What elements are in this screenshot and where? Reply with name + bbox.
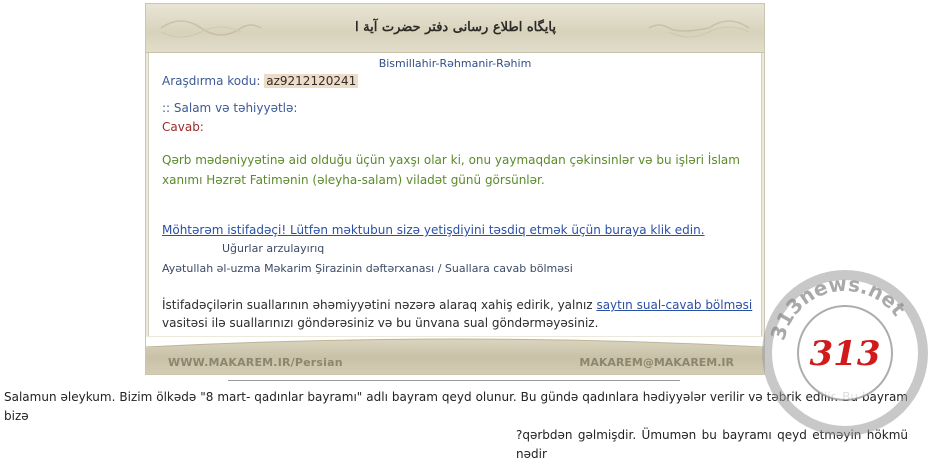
qa-section-link[interactable]: saytın sual-cavab bölməsi bbox=[596, 298, 752, 312]
divider bbox=[228, 380, 680, 381]
question-text: Salamun əleykum. Bizim ölkədə "8 mart- q… bbox=[4, 388, 908, 464]
watermark-ring-text: 313news.net bbox=[766, 271, 911, 342]
tracking-code: az9212120241 bbox=[264, 74, 359, 88]
calligraphy-title: پایگاه اطلاع رسانی دفتر حضرت آیة الله ال… bbox=[356, 20, 556, 35]
question-line-2: ?qərbdən gəlmişdir. Ümumən bu bayramı qe… bbox=[516, 428, 908, 461]
response-card: پایگاه اطلاع رسانی دفتر حضرت آیة الله ال… bbox=[145, 3, 765, 375]
wishes-text: Uğurlar arzulayırıq bbox=[222, 242, 325, 255]
card-header: پایگاه اطلاع رسانی دفتر حضرت آیة الله ال… bbox=[146, 4, 764, 53]
bismillah-text: Bismillahir-Rəhmanir-Rəhim bbox=[378, 57, 532, 70]
notice-post: vasitəsi ilə suallarınızı göndərəsiniz v… bbox=[162, 316, 599, 330]
footer-arch-decoration bbox=[146, 337, 764, 347]
tracking-label: Araşdırma kodu: bbox=[162, 74, 261, 88]
ornament-left-icon bbox=[160, 20, 262, 38]
answer-label: Cavab: bbox=[162, 120, 204, 134]
question-line-1: Salamun əleykum. Bizim ölkədə "8 mart- q… bbox=[4, 390, 908, 423]
notice-text: İstifadəçilərin suallarının əhəmiyyətini… bbox=[162, 296, 757, 332]
ornament-right-icon bbox=[648, 20, 750, 38]
card-footer: WWW.MAKAREM.IR/Persian MAKAREM@MAKAREM.I… bbox=[146, 337, 764, 374]
tracking-row: Araşdırma kodu: az9212120241 bbox=[162, 74, 359, 88]
department-text: Ayətullah əl-uzma Məkarim Şirazinin dəft… bbox=[162, 262, 573, 275]
notice-pre: İstifadəçilərin suallarının əhəmiyyətini… bbox=[162, 298, 593, 312]
watermark-number: 313 bbox=[810, 334, 881, 374]
greeting-text: :: Salam və təhiyyətlə: bbox=[162, 101, 298, 115]
site-email: MAKAREM@MAKAREM.IR bbox=[579, 356, 734, 369]
confirm-receipt-link[interactable]: Möhtərəm istifadəçi! Lütfən məktubun siz… bbox=[162, 223, 705, 237]
site-url: WWW.MAKAREM.IR/Persian bbox=[168, 356, 343, 369]
answer-text: Qərb mədəniyyətinə aid olduğu üçün yaxşı… bbox=[162, 153, 740, 187]
svg-text:313news.net: 313news.net bbox=[766, 271, 911, 342]
card-content: Bismillahir-Rəhmanir-Rəhim Araşdırma kod… bbox=[148, 53, 762, 336]
